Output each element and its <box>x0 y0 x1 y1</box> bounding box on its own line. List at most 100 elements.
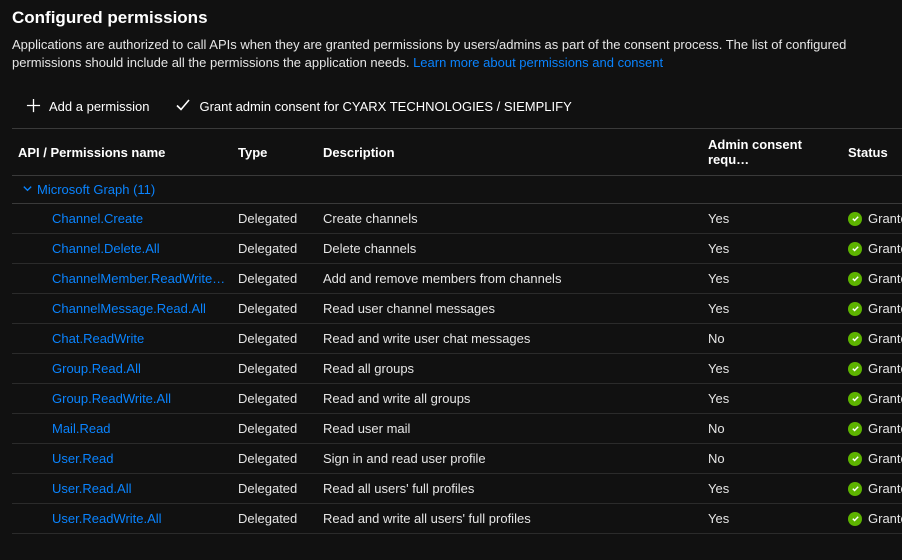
permission-type: Delegated <box>232 444 317 474</box>
success-circle-icon <box>848 422 862 436</box>
table-header-row: API / Permissions name Type Description … <box>12 129 902 176</box>
status-text: Granted for <box>868 391 902 406</box>
col-header-name[interactable]: API / Permissions name <box>12 129 232 176</box>
permission-type: Delegated <box>232 474 317 504</box>
permission-description: Read user channel messages <box>317 294 702 324</box>
chevron-down-icon <box>22 182 33 197</box>
success-circle-icon <box>848 482 862 496</box>
table-row: ChannelMember.ReadWrite.AllDelegatedAdd … <box>12 264 902 294</box>
status-cell: Granted for <box>842 264 902 294</box>
table-row: Group.ReadWrite.All DelegatedRead and wri… <box>12 384 902 414</box>
permission-name-link[interactable]: Channel.Delete.All <box>52 241 160 256</box>
success-circle-icon <box>848 452 862 466</box>
admin-consent-required: Yes <box>702 204 842 234</box>
status-cell: Granted for <box>842 504 902 534</box>
success-circle-icon <box>848 392 862 406</box>
status-text: Granted for <box>868 241 902 256</box>
table-row: Channel.Create DelegatedCreate channelsYe… <box>12 204 902 234</box>
page-title: Configured permissions <box>12 8 902 28</box>
admin-consent-required: Yes <box>702 354 842 384</box>
table-row: User.ReadWrite.All DelegatedRead and writ… <box>12 504 902 534</box>
admin-consent-required: Yes <box>702 234 842 264</box>
permission-description: Read and write all groups <box>317 384 702 414</box>
status-cell: Granted for <box>842 474 902 504</box>
status-text: Granted for <box>868 451 902 466</box>
permission-name-link[interactable]: User.ReadWrite.All <box>52 511 162 526</box>
status-text: Granted for <box>868 211 902 226</box>
admin-consent-required: Yes <box>702 504 842 534</box>
permission-type: Delegated <box>232 234 317 264</box>
col-header-type[interactable]: Type <box>232 129 317 176</box>
permission-name-link[interactable]: Mail.Read <box>52 421 111 436</box>
status-cell: Granted for <box>842 354 902 384</box>
status-text: Granted for <box>868 301 902 316</box>
permission-type: Delegated <box>232 414 317 444</box>
intro-text: Applications are authorized to call APIs… <box>12 36 902 71</box>
grant-consent-button[interactable]: Grant admin consent for CYARX TECHNOLOGI… <box>171 95 575 118</box>
table-row: Group.Read.AllDelegatedRead all groupsYe… <box>12 354 902 384</box>
status-cell: Granted for <box>842 384 902 414</box>
col-header-status[interactable]: Status <box>842 129 902 176</box>
add-permission-button[interactable]: Add a permission <box>22 96 153 118</box>
status-text: Granted for <box>868 481 902 496</box>
permission-type: Delegated <box>232 504 317 534</box>
permission-name-link[interactable]: Channel.Create <box>52 211 143 226</box>
table-row: User.Read.AllDelegatedRead all users' fu… <box>12 474 902 504</box>
grant-consent-label: Grant admin consent for CYARX TECHNOLOGI… <box>199 99 571 114</box>
group-row-microsoft-graph[interactable]: Microsoft Graph (11) <box>12 176 902 204</box>
status-cell: Granted for <box>842 234 902 264</box>
admin-consent-required: Yes <box>702 474 842 504</box>
table-row: ChannelMessage.Read.All DelegatedRead use… <box>12 294 902 324</box>
col-header-description[interactable]: Description <box>317 129 702 176</box>
permission-type: Delegated <box>232 204 317 234</box>
admin-consent-required: No <box>702 324 842 354</box>
success-circle-icon <box>848 332 862 346</box>
status-text: Granted for <box>868 421 902 436</box>
admin-consent-required: Yes <box>702 384 842 414</box>
toolbar: Add a permission Grant admin consent for… <box>12 91 902 128</box>
permission-name-link[interactable]: Group.Read.All <box>52 361 141 376</box>
status-cell: Granted for <box>842 294 902 324</box>
admin-consent-required: No <box>702 414 842 444</box>
success-circle-icon <box>848 242 862 256</box>
col-header-admin-consent[interactable]: Admin consent requ… <box>702 129 842 176</box>
permission-description: Read and write all users' full profiles <box>317 504 702 534</box>
group-label: Microsoft Graph (11) <box>37 182 155 197</box>
table-row: Mail.Read DelegatedRead user mailNo Grante… <box>12 414 902 444</box>
status-cell: Granted for <box>842 444 902 474</box>
success-circle-icon <box>848 302 862 316</box>
permission-description: Read and write user chat messages <box>317 324 702 354</box>
check-icon <box>175 97 191 116</box>
permission-name-link[interactable]: ChannelMember.ReadWrite.All <box>52 271 230 286</box>
permissions-table: API / Permissions name Type Description … <box>12 128 902 534</box>
plus-icon <box>26 98 41 116</box>
permission-name-link[interactable]: ChannelMessage.Read.All <box>52 301 206 316</box>
learn-more-link[interactable]: Learn more about permissions and consent <box>413 55 663 70</box>
permission-description: Read user mail <box>317 414 702 444</box>
permission-type: Delegated <box>232 324 317 354</box>
status-cell: Granted for <box>842 204 902 234</box>
permission-description: Sign in and read user profile <box>317 444 702 474</box>
add-permission-label: Add a permission <box>49 99 149 114</box>
status-text: Granted for <box>868 361 902 376</box>
permission-name-link[interactable]: Chat.ReadWrite <box>52 331 144 346</box>
status-text: Granted for <box>868 271 902 286</box>
permission-type: Delegated <box>232 384 317 414</box>
status-cell: Granted for <box>842 414 902 444</box>
status-text: Granted for <box>868 331 902 346</box>
admin-consent-required: Yes <box>702 294 842 324</box>
permission-description: Read all groups <box>317 354 702 384</box>
table-row: User.Read DelegatedSign in and read user … <box>12 444 902 474</box>
success-circle-icon <box>848 512 862 526</box>
permission-name-link[interactable]: User.Read <box>52 451 113 466</box>
permission-description: Create channels <box>317 204 702 234</box>
status-cell: Granted for <box>842 324 902 354</box>
table-row: Channel.Delete.All DelegatedDelete channe… <box>12 234 902 264</box>
admin-consent-required: No <box>702 444 842 474</box>
success-circle-icon <box>848 272 862 286</box>
permission-name-link[interactable]: Group.ReadWrite.All <box>52 391 171 406</box>
permission-type: Delegated <box>232 294 317 324</box>
permission-description: Delete channels <box>317 234 702 264</box>
table-row: Chat.ReadWrite DelegatedRead and write us… <box>12 324 902 354</box>
permission-name-link[interactable]: User.Read.All <box>52 481 131 496</box>
